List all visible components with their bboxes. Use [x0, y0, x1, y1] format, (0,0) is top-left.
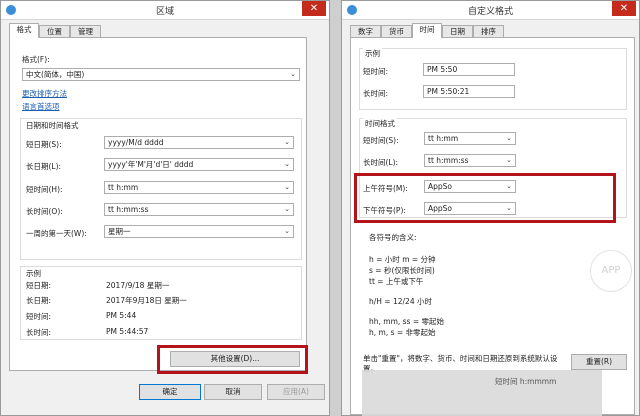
short-date-label: 短日期(S):: [26, 140, 62, 149]
tab-format[interactable]: 格式: [9, 23, 39, 38]
close-icon: ✕: [309, 3, 319, 14]
highlight-box: [157, 345, 308, 374]
short-time-label: 短时间(H):: [26, 185, 63, 194]
short-date-select[interactable]: yyyy/M/d dddd ⌄: [104, 136, 294, 149]
close-button[interactable]: ✕: [612, 1, 636, 16]
tab-location[interactable]: 位置: [39, 25, 70, 37]
meaning-line: h = 小时 m = 分钟: [369, 255, 436, 264]
example-long-date-label: 长日期:: [26, 296, 52, 305]
chevron-down-icon: ⌄: [284, 227, 290, 235]
long-date-value: yyyy'年'M'月'd'日' dddd: [108, 160, 194, 169]
cancel-button[interactable]: 取消: [204, 384, 262, 400]
tab-time[interactable]: 时间: [412, 23, 442, 38]
format-select-value: 中文(简体，中国): [26, 70, 85, 79]
meaning-line: h, m, s = 非零起始: [369, 328, 436, 337]
chevron-down-icon: ⌄: [506, 134, 512, 142]
example-long-time-field: PM 5:50:21: [423, 85, 515, 98]
format-panel: 格式(F): 中文(简体，中国) ⌄ 更改排序方法 语言首选项 日期和时间格式 …: [9, 37, 307, 371]
meaning-line: h/H = 12/24 小时: [369, 297, 432, 306]
blurred-region: [362, 370, 602, 416]
language-preferences-link[interactable]: 语言首选项: [22, 101, 60, 112]
example-long-time-value: PM 5:44:57: [106, 327, 149, 336]
example-short-date-value: 2017/9/18 星期一: [106, 281, 170, 290]
short-time-value: tt h:mm: [428, 134, 459, 143]
close-button[interactable]: ✕: [302, 1, 326, 16]
highlight-box: [354, 173, 616, 223]
long-time-select[interactable]: tt h:mm:ss ⌄: [104, 203, 294, 216]
tab-sort[interactable]: 排序: [473, 25, 504, 37]
datetime-group-title: 日期和时间格式: [24, 120, 81, 131]
example-short-time-label: 短时间:: [26, 312, 52, 321]
time-panel: 示例 短时间: PM 5:50 长时间: PM 5:50:21 时间格式 短时间…: [350, 37, 635, 415]
chevron-down-icon: ⌄: [284, 205, 290, 213]
first-day-label: 一周的第一天(W):: [26, 229, 87, 238]
example-long-time-label: 长时间:: [26, 328, 52, 337]
example-long-date-value: 2017年9月18日 星期一: [106, 296, 187, 305]
tab-admin[interactable]: 管理: [70, 25, 101, 37]
example-short-time-field: PM 5:50: [423, 63, 515, 76]
chevron-down-icon: ⌄: [284, 183, 290, 191]
example-group-title: 示例: [363, 48, 382, 59]
long-time-select[interactable]: tt h:mm:ss ⌄: [424, 154, 516, 167]
tab-number[interactable]: 数字: [350, 25, 381, 37]
short-date-value: yyyy/M/d dddd: [108, 138, 164, 147]
window-title: 区域: [155, 7, 174, 17]
chevron-down-icon: ⌄: [506, 156, 512, 164]
watermark-logo: APP: [590, 250, 632, 292]
custom-format-dialog: 自定义格式 ✕ 数字 货币 时间 日期 排序 示例 短时间: PM 5:50 长…: [341, 0, 640, 416]
example-group: [359, 48, 627, 110]
change-sort-link[interactable]: 更改排序方法: [22, 88, 67, 99]
first-day-select[interactable]: 星期一 ⌄: [104, 225, 294, 238]
title-bar[interactable]: 自定义格式 ✕: [342, 1, 639, 20]
tab-currency[interactable]: 货币: [381, 25, 412, 37]
long-time-value: tt h:mm:ss: [428, 156, 469, 165]
partial-text: 短时间 h:mmmm: [495, 377, 557, 386]
reset-button[interactable]: 重置(R): [571, 354, 627, 370]
chevron-down-icon: ⌄: [284, 160, 290, 168]
ok-button[interactable]: 确定: [139, 384, 201, 400]
title-bar[interactable]: 区域 ✕: [1, 1, 329, 20]
example-short-time-value: PM 5:44: [106, 311, 137, 320]
long-date-select[interactable]: yyyy'年'M'月'd'日' dddd ⌄: [104, 158, 294, 171]
meaning-line: s = 秒(仅限长时间): [369, 266, 435, 275]
apply-button[interactable]: 应用(A): [267, 384, 325, 400]
meaning-line: tt = 上午或下午: [369, 277, 424, 286]
meaning-line: hh, mm, ss = 零起始: [369, 317, 445, 326]
example-long-time-label: 长时间:: [363, 89, 389, 98]
short-time-label: 短时间(S):: [363, 136, 399, 145]
short-time-select[interactable]: tt h:mm ⌄: [104, 181, 294, 194]
example-group-title: 示例: [24, 268, 43, 279]
chevron-down-icon: ⌄: [290, 70, 296, 78]
short-time-value: tt h:mm: [108, 183, 139, 192]
long-time-value: tt h:mm:ss: [108, 205, 149, 214]
long-date-label: 长日期(L):: [26, 162, 62, 171]
format-select[interactable]: 中文(简体，中国) ⌄: [22, 68, 300, 81]
close-icon: ✕: [619, 3, 629, 14]
region-dialog: 区域 ✕ 格式 位置 管理 格式(F): 中文(简体，中国) ⌄ 更改排序方法 …: [0, 0, 330, 416]
window-title: 自定义格式: [467, 7, 513, 17]
chevron-down-icon: ⌄: [284, 138, 290, 146]
example-short-date-label: 短日期:: [26, 281, 52, 290]
example-short-time-label: 短时间:: [363, 67, 389, 76]
tab-date[interactable]: 日期: [442, 25, 473, 37]
time-format-group-title: 时间格式: [363, 118, 397, 129]
long-time-label: 长时间(L):: [363, 158, 399, 167]
meaning-title: 各符号的含义:: [369, 233, 417, 242]
first-day-value: 星期一: [108, 227, 131, 236]
long-time-label: 长时间(O):: [26, 207, 63, 216]
short-time-select[interactable]: tt h:mm ⌄: [424, 132, 516, 145]
format-label: 格式(F):: [22, 55, 50, 64]
